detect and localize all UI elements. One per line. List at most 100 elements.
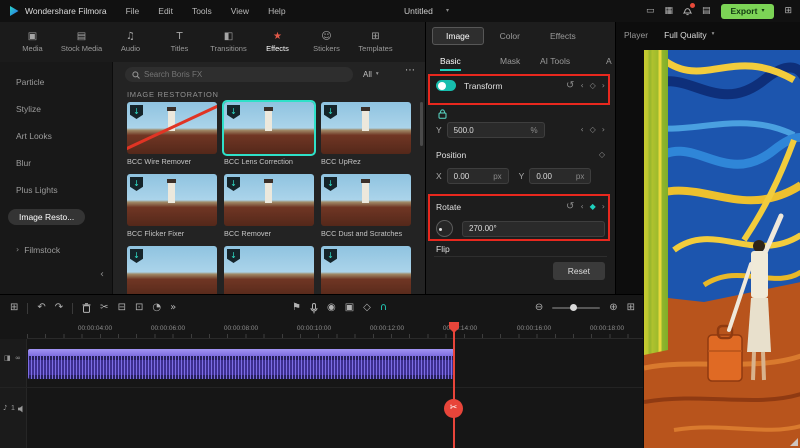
next-keyframe-icon[interactable]: › [602, 82, 605, 90]
rotate-field[interactable]: 270.00° [462, 221, 605, 237]
cut-scissors-badge[interactable]: ✂ [444, 399, 463, 418]
effect-card-flicker-fixer[interactable]: ↓ BCC Flicker Fixer [127, 174, 222, 238]
sidebar-item-art-looks[interactable]: Art Looks [16, 128, 52, 144]
effect-card-lens-correction[interactable]: ↓ BCC Lens Correction [224, 102, 319, 166]
tab-effects-props[interactable]: Effects [536, 27, 590, 45]
tab-stickers[interactable]: ☺ Stickers [302, 22, 351, 62]
marker-icon[interactable]: ⚑ [292, 303, 301, 313]
lighthouse-graphic [265, 183, 272, 203]
delete-icon[interactable] [82, 303, 91, 313]
tab-effects[interactable]: ★ Effects [253, 22, 302, 62]
prev-keyframe-icon[interactable]: ‹ [580, 203, 583, 211]
timeline-ruler[interactable]: 00:00:04:00 00:00:06:00 00:00:08:00 00:0… [27, 321, 643, 339]
effect-card-wire-remover[interactable]: ↓ BCC Wire Remover [127, 102, 222, 166]
subtab-partial[interactable]: A [606, 56, 612, 66]
speed-icon[interactable]: ◔ [152, 303, 161, 313]
menu-view[interactable]: View [231, 6, 249, 16]
effect-card-dust-scratches[interactable]: ↓ BCC Dust and Scratches [321, 174, 416, 238]
playhead-line[interactable] [453, 322, 455, 448]
track-link-icon[interactable]: ∞ [15, 355, 21, 362]
zoom-slider[interactable] [552, 307, 600, 309]
chevron-down-icon[interactable]: ▾ [446, 8, 449, 14]
more-options-icon[interactable]: ⋯ [405, 66, 415, 76]
effect-card-uprez[interactable]: ↓ BCC UpRez [321, 102, 416, 166]
sidebar-item-image-restoration[interactable]: Image Resto... [8, 209, 85, 225]
subtab-ai-tools[interactable]: AI Tools [540, 56, 570, 66]
sidebar-item-stylize[interactable]: Stylize [16, 101, 41, 117]
effect-card-partial[interactable]: ↓ [224, 246, 319, 294]
effect-card-partial[interactable]: ↓ [127, 246, 222, 294]
grid-layout-icon[interactable]: ⊞ [784, 7, 792, 16]
keyframe-icon[interactable]: ◇ [590, 126, 596, 134]
sidebar-item-particle[interactable]: Particle [16, 74, 44, 90]
sidebar-item-filmstock[interactable]: › Filmstock [16, 242, 60, 258]
scale-y-field[interactable]: 500.0 % [447, 122, 545, 138]
reset-button[interactable]: Reset [553, 262, 605, 280]
search-input[interactable] [144, 70, 346, 79]
filter-dropdown[interactable]: All ▾ [363, 70, 379, 79]
mute-speaker-icon[interactable] [17, 405, 26, 415]
subtab-mask[interactable]: Mask [500, 56, 520, 66]
keyframe-icon[interactable]: ◇ [599, 151, 605, 159]
prev-keyframe-icon[interactable]: ‹ [580, 126, 583, 134]
tab-media[interactable]: ▣ Media [8, 22, 57, 62]
tab-stock-media[interactable]: ▤ Stock Media [57, 22, 106, 62]
media-view-icon[interactable]: ⊞ [10, 303, 18, 313]
next-keyframe-icon[interactable]: › [602, 203, 605, 211]
keyframe-active-icon[interactable]: ◆ [590, 203, 596, 211]
reset-transform-icon[interactable]: ↺ [566, 81, 574, 91]
redo-icon[interactable]: ↷ [55, 303, 63, 313]
menu-file[interactable]: File [126, 6, 140, 16]
fit-timeline-icon[interactable]: ⊞ [627, 303, 635, 313]
tab-image[interactable]: Image [432, 27, 484, 45]
next-keyframe-icon[interactable]: › [602, 126, 605, 134]
split-icon[interactable]: ⊟ [118, 303, 126, 313]
chroma-key-icon[interactable]: ◉ [327, 303, 336, 313]
screen-record-icon[interactable]: ▣ [345, 303, 354, 313]
rotate-dial[interactable] [436, 220, 453, 237]
effect-card-remover[interactable]: ↓ BCC Remover [224, 174, 319, 238]
zoom-in-icon[interactable]: ⊕ [609, 303, 617, 313]
tab-color[interactable]: Color [486, 27, 534, 45]
position-x-field[interactable]: 0.00 px [447, 168, 509, 184]
tab-transitions[interactable]: ◧ Transitions [204, 22, 253, 62]
workspace-icon[interactable]: ▤ [702, 7, 711, 16]
layout-switch-icon[interactable]: ▭ [646, 7, 655, 16]
zoom-slider-knob[interactable] [570, 304, 577, 311]
menu-help[interactable]: Help [268, 6, 285, 16]
export-button[interactable]: Export ▾ [721, 4, 775, 19]
uniform-scale-lock-icon[interactable] [438, 109, 447, 119]
effect-card-partial[interactable]: ↓ [321, 246, 416, 294]
sidebar-item-blur[interactable]: Blur [16, 155, 31, 171]
zoom-out-icon[interactable]: ⊖ [535, 303, 543, 313]
collapse-sidebar-icon[interactable]: ‹ [100, 270, 104, 280]
position-y-field[interactable]: 0.00 px [529, 168, 591, 184]
sidebar-item-plus-lights[interactable]: Plus Lights [16, 182, 58, 198]
undo-icon[interactable]: ↶ [37, 303, 45, 313]
menu-tools[interactable]: Tools [192, 6, 212, 16]
menu-edit[interactable]: Edit [158, 6, 173, 16]
scissors-icon[interactable]: ✂ [100, 303, 108, 313]
snap-icon[interactable]: ∩ [380, 303, 387, 313]
tab-titles[interactable]: T Titles [155, 22, 204, 62]
search-bar[interactable] [125, 67, 353, 82]
keyframe-tool-icon[interactable]: ◇ [363, 303, 371, 313]
reset-rotate-icon[interactable]: ↺ [566, 202, 574, 212]
notification-bell-icon[interactable] [683, 6, 692, 16]
prev-keyframe-icon[interactable]: ‹ [580, 82, 583, 90]
video-preview[interactable] [644, 50, 800, 448]
panels-icon[interactable]: ▦ [664, 7, 673, 16]
voiceover-mic-icon[interactable] [310, 303, 318, 314]
transform-toggle[interactable] [436, 80, 456, 91]
subtab-basic[interactable]: Basic [440, 56, 461, 71]
scrollbar-thumb[interactable] [420, 102, 423, 146]
quality-dropdown[interactable]: Full Quality ▾ [664, 30, 714, 40]
keyframe-icon[interactable]: ◇ [590, 82, 596, 90]
crop-icon[interactable]: ⊡ [135, 303, 143, 313]
more-tools-icon[interactable]: » [170, 303, 176, 313]
timeline-clip[interactable] [28, 349, 455, 379]
tab-audio[interactable]: ♫ Audio [106, 22, 155, 62]
tab-templates[interactable]: ⊞ Templates [351, 22, 400, 62]
audio-track-icon[interactable]: ♪ [3, 405, 7, 412]
track-adjust-icon[interactable]: ◨ [4, 355, 11, 362]
